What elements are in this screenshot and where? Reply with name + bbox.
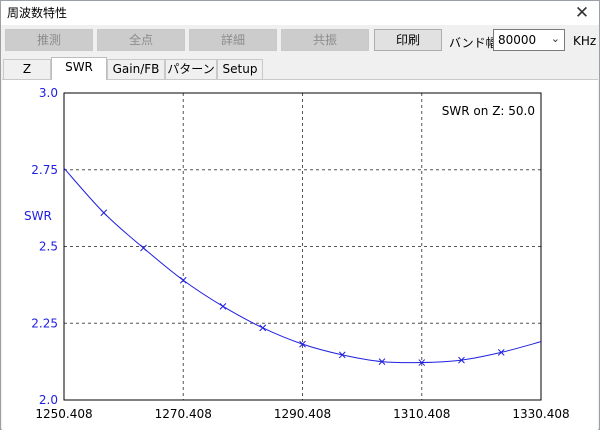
tab-bar: Z SWR Gain/FB パターン Setup	[1, 57, 599, 80]
tab-swr[interactable]: SWR	[51, 57, 107, 80]
title-bar: 周波数特性 ✕	[1, 1, 599, 25]
x-tick-label: 1290.408	[274, 407, 331, 421]
x-tick-label: 1270.408	[155, 407, 212, 421]
swr-point-marker	[219, 303, 227, 310]
x-tick-label: 1250.408	[35, 407, 92, 421]
tab-gain-fb[interactable]: Gain/FB	[107, 59, 165, 79]
chevron-down-icon: ⌄	[550, 32, 560, 45]
close-icon: ✕	[574, 3, 590, 23]
bandwidth-select[interactable]: 80000 ⌄	[493, 29, 565, 51]
details-button[interactable]: 詳細	[189, 29, 277, 51]
swr-point-marker	[140, 244, 147, 252]
bandwidth-unit: KHz	[573, 34, 597, 48]
y-tick-label: 2.0	[39, 393, 58, 407]
y-tick-labels: 3.0 2.75 2.5 2.25 2.0	[31, 86, 58, 407]
swr-panel: 3.0 2.75 2.5 2.25 2.0 1250.408 1270.408 1290.4…	[2, 79, 598, 430]
tab-setup[interactable]: Setup	[217, 59, 263, 79]
print-button[interactable]: 印刷	[374, 29, 442, 51]
resonance-button[interactable]: 共振	[281, 29, 369, 51]
y-tick-label: 2.5	[39, 240, 58, 254]
bandwidth-label: バンド幅	[449, 36, 498, 50]
bandwidth-value: 80000	[498, 33, 537, 47]
y-tick-label: 3.0	[39, 86, 58, 100]
y-tick-label: 2.75	[31, 163, 58, 177]
x-tick-label: 1310.408	[393, 407, 450, 421]
x-tick-label: 1330.408	[512, 407, 569, 421]
y-tick-label: 2.25	[31, 316, 58, 330]
estimate-button[interactable]: 推測	[5, 29, 93, 51]
toolbar: 推測 全点 詳細 共振 印刷 バンド幅 80000 ⌄ KHz	[1, 25, 599, 57]
tab-pattern[interactable]: パターン	[165, 59, 217, 79]
tab-z[interactable]: Z	[3, 59, 51, 79]
all-points-button[interactable]: 全点	[97, 29, 185, 51]
y-axis-label: SWR	[24, 209, 52, 223]
close-button[interactable]: ✕	[565, 1, 599, 25]
chart-grid	[64, 93, 541, 400]
swr-point-marker	[100, 209, 108, 217]
x-tick-labels: 1250.408 1270.408 1290.408 1310.408 1330.408	[35, 407, 569, 421]
window-title: 周波数特性	[7, 6, 68, 20]
swr-point-marker	[179, 276, 187, 284]
swr-point-marker	[259, 324, 267, 332]
swr-chart: 3.0 2.75 2.5 2.25 2.0 1250.408 1270.408 1290.4…	[24, 86, 570, 421]
frequency-characteristics-window: 周波数特性 ✕ 推測 全点 詳細 共振 印刷 バンド幅 80000 ⌄ KHz …	[0, 0, 600, 430]
chart-annotation: SWR on Z: 50.0	[442, 104, 535, 118]
